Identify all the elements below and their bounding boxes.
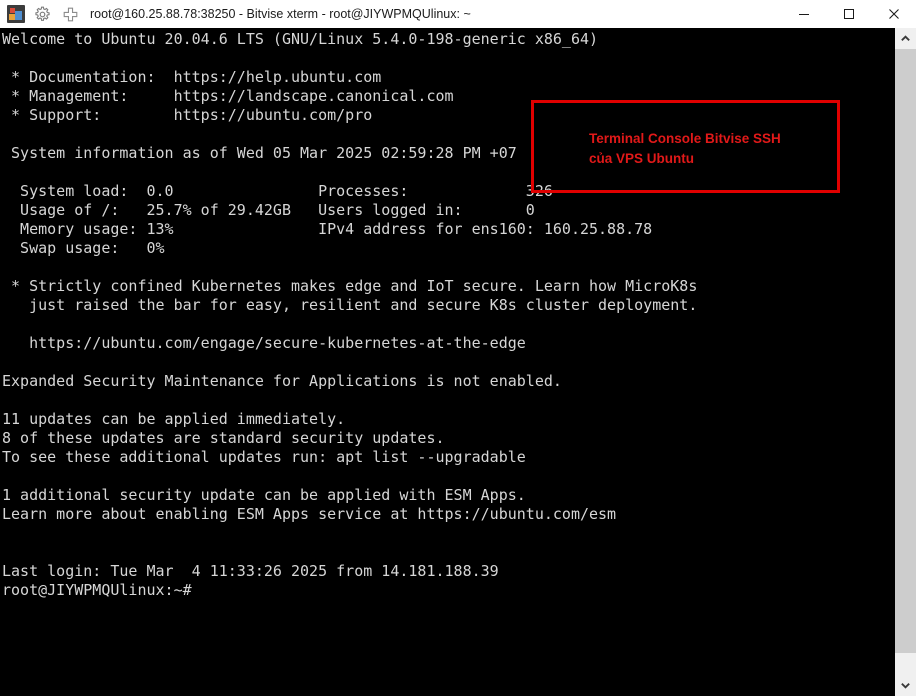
scrollbar-track[interactable] xyxy=(895,49,916,675)
window-title: root@160.25.88.78:38250 - Bitvise xterm … xyxy=(90,7,471,21)
scrollbar-thumb[interactable] xyxy=(895,49,916,653)
window-controls xyxy=(781,0,916,28)
chevron-down-icon[interactable] xyxy=(895,675,916,696)
terminal-console[interactable]: Welcome to Ubuntu 20.04.6 LTS (GNU/Linux… xyxy=(0,28,895,696)
annotation-label: Terminal Console Bitvise SSH của VPS Ubu… xyxy=(589,131,781,166)
maximize-button[interactable] xyxy=(826,0,871,28)
gear-icon[interactable] xyxy=(31,3,53,25)
bitvise-xterm-window: root@160.25.88.78:38250 - Bitvise xterm … xyxy=(0,0,916,696)
chevron-up-icon[interactable] xyxy=(895,28,916,49)
terminal-output: Welcome to Ubuntu 20.04.6 LTS (GNU/Linux… xyxy=(2,30,698,599)
vertical-scrollbar[interactable] xyxy=(895,28,916,696)
plus-icon[interactable] xyxy=(59,3,81,25)
title-bar: root@160.25.88.78:38250 - Bitvise xterm … xyxy=(0,0,916,28)
minimize-button[interactable] xyxy=(781,0,826,28)
close-button[interactable] xyxy=(871,0,916,28)
bitvise-logo-icon xyxy=(7,5,25,23)
